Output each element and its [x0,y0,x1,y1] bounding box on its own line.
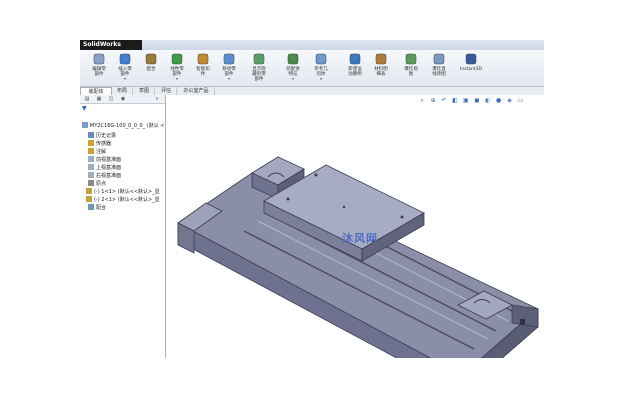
ribbon-button-8[interactable]: 参考几 何体 ▾ [306,52,336,84]
tree-item[interactable]: 右视基准面 [88,172,121,180]
tree-item-label: 配合 [96,205,107,211]
tree-item[interactable]: 原点 [88,180,106,188]
linear-slide-model[interactable] [166,95,544,358]
move-component-icon [222,52,236,66]
feature-tree-tab-icon[interactable]: ▤ [82,96,92,102]
tree-root-label: MY2C16G-100_0_0_0_ (默认 < [90,123,165,129]
tree-item[interactable]: (-) 1<1> (默认<<默认>_显 [86,188,160,196]
tree-item-label: 上视基准面 [96,165,122,171]
tab-4[interactable]: 办公室产品 [178,87,215,95]
bolt-hole [400,215,404,219]
tree-node-icon [88,156,94,162]
show-hidden-icon [252,52,266,66]
tree-item-label: (-) 1<1> (默认<<默认>_显 [94,189,160,195]
command-manager: 编辑零 部件 插入零 部件 ▾ 配合 线性零 部件 ▾ 智能扣 件移动零 部件 ▾ 显示隐 藏的… [80,50,544,87]
tree-node-icon [88,180,94,186]
assembly-feature-icon [286,52,300,66]
tree-item-label: 传感器 [96,141,112,147]
ribbon-button-13[interactable]: Instant3D [456,52,486,84]
tree-node-icon [88,172,94,178]
tree-node-icon [88,164,94,170]
tab-3[interactable]: 评估 [156,87,177,95]
graphics-area[interactable]: ⌕ ⊕ ↶ ◧ ▣ ◼ ◐ ● ◈ ▭ 沐风网 [166,95,544,358]
ribbon-button-label: 爆炸视 图 [404,67,418,77]
ribbon-button-label: 材料明 细表 [374,67,388,77]
bolt-hole [342,205,346,209]
reference-geometry-icon [314,52,328,66]
ribbon-button-6[interactable]: 显示隐 藏的零 部件 [244,52,274,84]
watermark-logo: 沐风网 [342,232,378,245]
ribbon-button-10[interactable]: 材料明 细表 [366,52,396,84]
tree-node-icon [86,188,92,194]
ribbon-button-label: 显示隐 藏的零 部件 [252,67,266,82]
tree-item[interactable]: 配合 [88,204,106,212]
insert-part-icon [118,52,132,66]
feature-manager-tree: ▤ ▦ ◫ ◉ » ▼ MY2C16G-100_0_0_0_ (默认 < 历史记录… [80,95,166,358]
bom-icon [374,52,388,66]
tree-panel-tabs: ▤ ▦ ◫ ◉ » [80,95,165,104]
ribbon-button-7[interactable]: 装配体 特征 ▾ [278,52,308,84]
ribbon-button-5[interactable]: 移动零 部件 ▾ [214,52,244,84]
tree-node-icon [88,140,94,146]
bolt-hole [286,197,290,201]
dropdown-arrow-icon[interactable]: ▾ [306,77,336,81]
ribbon-button-label: 爆炸直 线草图 [432,67,446,77]
edit-part-icon [92,52,106,66]
tree-item[interactable]: 传感器 [88,140,111,148]
tree-item-label: 原点 [96,181,107,187]
tree-item-label: 注解 [96,149,107,155]
ribbon-button-12[interactable]: 爆炸直 线草图 [424,52,454,84]
dropdown-arrow-icon[interactable]: ▾ [278,77,308,81]
expand-panel-icon[interactable]: » [152,96,162,102]
tree-item[interactable]: (-) 2<1> (默认<<默认>_显 [86,196,160,204]
tree-item[interactable]: 注解 [88,148,106,156]
tree-node-icon [86,196,92,202]
tree-node-icon [88,148,94,154]
app-logo: SolidWorks [80,40,142,50]
solidworks-window: SolidWorks 编辑零 部件 插入零 部件 ▾ 配合 线性零 部件 ▾ 智能扣 件移动… [80,40,544,358]
tree-item[interactable]: 上视基准面 [88,164,121,172]
explode-view-icon [404,52,418,66]
tree-node-icon [88,132,94,138]
tree-item-label: 前视基准面 [96,157,122,163]
tab-1[interactable]: 布局 [112,87,133,95]
mate-icon [144,52,158,66]
display-tab-icon[interactable]: ◉ [118,96,128,102]
tree-item[interactable]: 前视基准面 [88,156,121,164]
filter-icon[interactable]: ▼ [82,105,87,112]
connector-port [520,319,525,325]
tree-item-label: (-) 2<1> (默认<<默认>_显 [94,197,160,203]
motion-study-icon [348,52,362,66]
bolt-hole [314,173,318,177]
dropdown-arrow-icon[interactable]: ▾ [214,77,244,81]
ribbon-button-11[interactable]: 爆炸视 图 [396,52,426,84]
tree-node-icon [88,204,94,210]
tree-item-label: 历史记录 [96,133,117,139]
tree-item[interactable]: 历史记录 [88,132,116,140]
tree-item-label: 右视基准面 [96,173,122,179]
instant3d-icon [464,52,478,66]
ribbon-button-label: Instant3D [460,67,482,72]
explode-line-icon [432,52,446,66]
assembly-icon [82,122,88,128]
linear-pattern-icon [170,52,184,66]
smart-fastener-icon [196,52,210,66]
tree-root[interactable]: MY2C16G-100_0_0_0_ (默认 < [82,122,165,130]
tab-2[interactable]: 草图 [134,87,155,95]
config-tab-icon[interactable]: ◫ [106,96,116,102]
title-bar: SolidWorks [80,40,544,50]
property-tab-icon[interactable]: ▦ [94,96,104,102]
